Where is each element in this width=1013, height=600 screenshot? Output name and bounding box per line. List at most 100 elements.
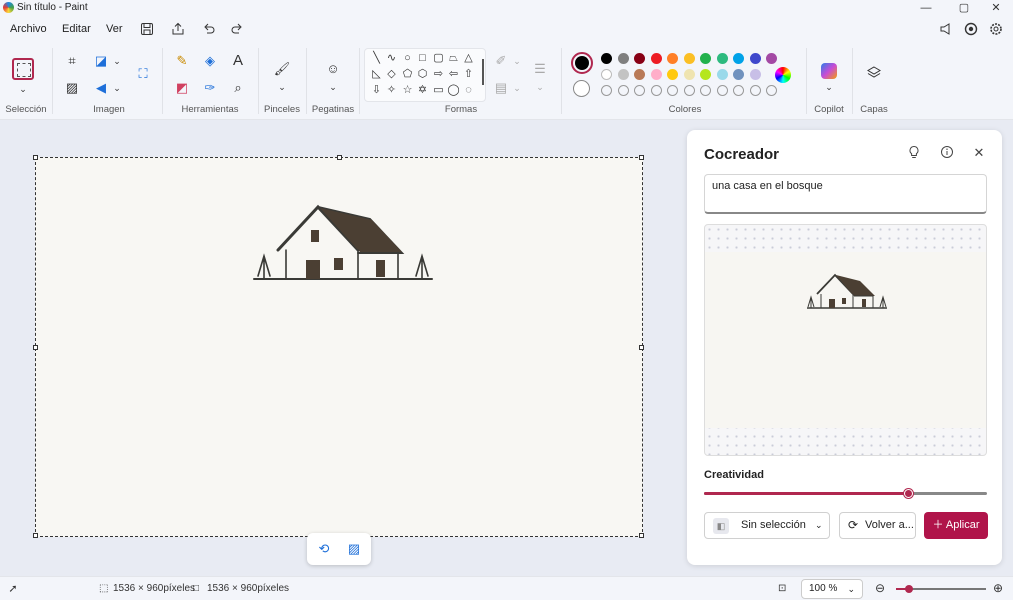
triangle-shape-icon[interactable]: △	[462, 52, 475, 65]
star4-shape-icon[interactable]: ✧	[385, 84, 398, 97]
sticker-icon[interactable]: ☺	[324, 60, 342, 78]
share-icon[interactable]	[170, 22, 186, 38]
callout-oval-shape-icon[interactable]: ◯	[447, 84, 460, 97]
right-triangle-shape-icon[interactable]: ◺	[370, 68, 383, 81]
arrow-right-shape-icon[interactable]: ⇨	[432, 68, 445, 81]
maximize-button[interactable]: ▢	[949, 0, 979, 16]
chevron-down-icon[interactable]: ⌄	[108, 79, 126, 97]
color-swatch[interactable]	[749, 69, 761, 80]
custom-color-slot[interactable]	[716, 85, 728, 96]
color-swatch[interactable]	[716, 69, 728, 80]
chevron-down-icon[interactable]: ⌄	[508, 52, 526, 70]
arrow-down-shape-icon[interactable]: ⇩	[370, 84, 383, 97]
layers-icon[interactable]	[865, 65, 883, 83]
text-tool-icon[interactable]: A	[229, 52, 247, 70]
chevron-down-icon[interactable]: ⌄	[531, 78, 549, 96]
hexagon-shape-icon[interactable]: ⬡	[416, 68, 429, 81]
minimize-button[interactable]: —	[911, 0, 941, 16]
secondary-color-swatch[interactable]	[573, 80, 590, 97]
resize-handle[interactable]	[337, 155, 342, 160]
menu-ver[interactable]: Ver	[106, 23, 123, 35]
custom-color-slot[interactable]	[733, 85, 744, 96]
fill-bucket-icon[interactable]: ◈	[201, 52, 219, 70]
rounded-rect-shape-icon[interactable]: ▢	[432, 52, 445, 65]
line-shape-icon[interactable]: ╲	[370, 52, 383, 65]
resize-handle[interactable]	[639, 155, 644, 160]
eraser-icon[interactable]: ◩	[173, 79, 191, 97]
color-swatch[interactable]	[617, 69, 629, 80]
custom-color-slot[interactable]	[617, 85, 629, 96]
undo-icon[interactable]	[201, 22, 217, 38]
menu-editar[interactable]: Editar	[62, 23, 91, 35]
primary-color-swatch[interactable]	[571, 52, 593, 74]
drawing-canvas[interactable]	[33, 155, 644, 538]
image-select-icon[interactable]: ⛶	[134, 65, 152, 83]
fit-to-window-icon[interactable]: ⊡	[778, 583, 786, 594]
style-dropdown[interactable]: ◧ Sin selección ⌄	[704, 512, 830, 539]
remove-background-icon[interactable]: ▨	[345, 540, 363, 558]
resize-handle[interactable]	[33, 533, 38, 538]
zoom-slider-thumb[interactable]	[904, 585, 913, 593]
creativity-slider[interactable]	[704, 489, 987, 498]
menu-archivo[interactable]: Archivo	[10, 23, 47, 35]
retry-button[interactable]: ⟳ Volver a...	[839, 512, 916, 539]
oval-shape-icon[interactable]: ○	[401, 52, 414, 65]
edit-colors-icon[interactable]	[775, 67, 791, 83]
lightbulb-icon[interactable]	[906, 145, 922, 161]
close-panel-icon[interactable]: ✕	[971, 145, 987, 161]
zoom-dropdown[interactable]: 100 % ⌄	[801, 579, 863, 599]
custom-color-slot[interactable]	[667, 85, 678, 96]
resize-handle[interactable]	[639, 345, 644, 350]
diamond-shape-icon[interactable]: ◇	[385, 68, 398, 81]
custom-color-slot[interactable]	[650, 85, 662, 96]
resize-handle[interactable]	[639, 533, 644, 538]
custom-color-slot[interactable]	[700, 85, 711, 96]
pencil-icon[interactable]: ✎	[173, 52, 191, 70]
star6-shape-icon[interactable]: ✡	[416, 84, 429, 97]
zoom-out-icon[interactable]: ⊖	[875, 581, 885, 595]
custom-color-slot[interactable]	[634, 85, 645, 96]
color-swatch[interactable]	[683, 53, 695, 64]
generated-preview[interactable]	[704, 224, 987, 456]
star5-shape-icon[interactable]: ☆	[401, 84, 414, 97]
zoom-slider[interactable]	[896, 585, 986, 593]
brush-icon[interactable]: 🖌	[273, 60, 291, 78]
feedback-icon[interactable]	[938, 22, 954, 38]
rectangle-shape-icon[interactable]: □	[416, 52, 429, 65]
chevron-down-icon[interactable]: ⌄	[273, 78, 291, 96]
color-swatch[interactable]	[601, 69, 612, 80]
save-icon[interactable]	[139, 22, 155, 38]
magnifier-icon[interactable]: ⌕	[229, 79, 247, 97]
custom-color-slot[interactable]	[683, 85, 695, 96]
color-swatch[interactable]	[749, 53, 761, 64]
credits-icon[interactable]	[963, 22, 979, 38]
color-swatch[interactable]	[617, 53, 629, 64]
chevron-down-icon[interactable]: ⌄	[820, 78, 838, 96]
color-swatch[interactable]	[634, 69, 645, 80]
resize-handle[interactable]	[33, 155, 38, 160]
color-swatch[interactable]	[716, 53, 728, 64]
pentagon-shape-icon[interactable]: ⬠	[401, 68, 414, 81]
apply-button[interactable]: ＋ Aplicar	[924, 512, 988, 539]
color-picker-icon[interactable]: ✑	[201, 79, 219, 97]
custom-color-slot[interactable]	[766, 85, 777, 96]
arrow-left-shape-icon[interactable]: ⇦	[447, 68, 460, 81]
callout-rect-shape-icon[interactable]: ▭	[432, 84, 445, 97]
chevron-down-icon[interactable]: ⌄	[14, 80, 32, 98]
info-icon[interactable]	[939, 145, 955, 161]
arrow-up-shape-icon[interactable]: ⇧	[462, 68, 475, 81]
chevron-down-icon[interactable]: ⌄	[508, 79, 526, 97]
selection-tool-button[interactable]	[12, 58, 34, 80]
color-swatch[interactable]	[733, 53, 744, 64]
color-swatch[interactable]	[733, 69, 744, 80]
copilot-icon[interactable]	[821, 63, 837, 79]
color-swatch[interactable]	[766, 53, 777, 64]
settings-gear-icon[interactable]	[988, 22, 1004, 38]
color-swatch[interactable]	[601, 53, 612, 64]
close-window-button[interactable]: ✕	[981, 0, 1011, 16]
shapes-scrollbar[interactable]	[482, 59, 484, 85]
background-removal-icon[interactable]: ▨	[63, 79, 81, 97]
color-swatch[interactable]	[634, 53, 645, 64]
creativity-slider-thumb[interactable]	[903, 489, 913, 498]
color-swatch[interactable]	[700, 69, 711, 80]
